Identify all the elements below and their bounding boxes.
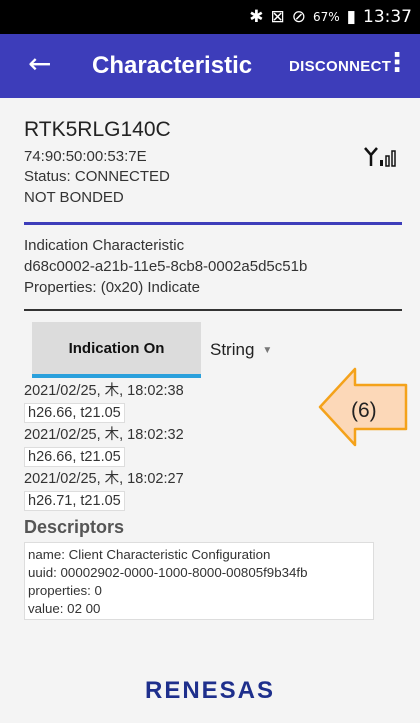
device-status: Status: CONNECTED [24, 168, 170, 185]
mute-icon: ⊠ [270, 7, 285, 27]
section-divider [24, 222, 402, 225]
characteristic-properties: Properties: (0x20) Indicate [24, 279, 200, 296]
characteristic-uuid: d68c0002-a21b-11e5-8cb8-0002a5d5c51b [24, 258, 308, 275]
signal-strength-icon [364, 147, 396, 167]
indication-log: 2021/02/25, 木, 18:02:38 h26.66, t21.05 2… [24, 381, 264, 513]
log-timestamp: 2021/02/25, 木, 18:02:27 [24, 471, 184, 487]
app-bar: ← Characteristic DISCONNECT ⋮ [0, 34, 420, 98]
log-timestamp: 2021/02/25, 木, 18:02:32 [24, 427, 184, 443]
battery-icon: ▮ [346, 7, 356, 27]
descriptors-heading: Descriptors [24, 517, 125, 537]
log-value: h26.66, t21.05 [24, 403, 125, 423]
log-value: h26.71, t21.05 [24, 491, 125, 511]
descriptor-properties: properties: 0 [28, 583, 102, 598]
back-arrow-icon[interactable]: ← [28, 48, 51, 80]
page-title: Characteristic [92, 52, 253, 79]
clock: 13:37 [363, 7, 412, 27]
status-bar: ✱ ⊠ ⊘ 67% ▮ 13:37 [0, 0, 420, 34]
battery-percent: 67% [312, 10, 340, 24]
value-type-dropdown[interactable]: String ▼ [210, 340, 272, 360]
bond-status: NOT BONDED [24, 189, 124, 206]
log-value: h26.66, t21.05 [24, 447, 125, 467]
value-type-label: String [210, 340, 255, 359]
renesas-logo: RENESAS [144, 677, 276, 704]
descriptor-card: name: Client Characteristic Configuratio… [24, 542, 374, 620]
device-name: RTK5RLG140C [24, 118, 171, 141]
callout-label: (6) [351, 399, 377, 422]
descriptor-value: value: 02 00 [28, 601, 101, 616]
log-timestamp: 2021/02/25, 木, 18:02:38 [24, 383, 184, 399]
active-indicator [32, 374, 201, 378]
do-not-disturb-icon: ⊘ [291, 7, 306, 27]
dropdown-arrow-icon: ▼ [262, 344, 273, 356]
descriptor-uuid: uuid: 00002902-0000-1000-8000-00805f9b34… [28, 565, 308, 580]
characteristic-heading: Indication Characteristic [24, 237, 185, 254]
status-icons: ✱ ⊠ ⊘ 67% ▮ 13:37 [249, 7, 412, 27]
indication-toggle-button[interactable]: Indication On [32, 322, 201, 374]
overflow-menu-icon[interactable]: ⋮ [384, 50, 410, 76]
device-address: 74:90:50:00:53:7E [24, 148, 147, 165]
descriptor-name: name: Client Characteristic Configuratio… [28, 547, 271, 562]
section-divider [24, 309, 402, 311]
disconnect-button[interactable]: DISCONNECT [289, 58, 391, 75]
bluetooth-icon: ✱ [249, 7, 264, 27]
